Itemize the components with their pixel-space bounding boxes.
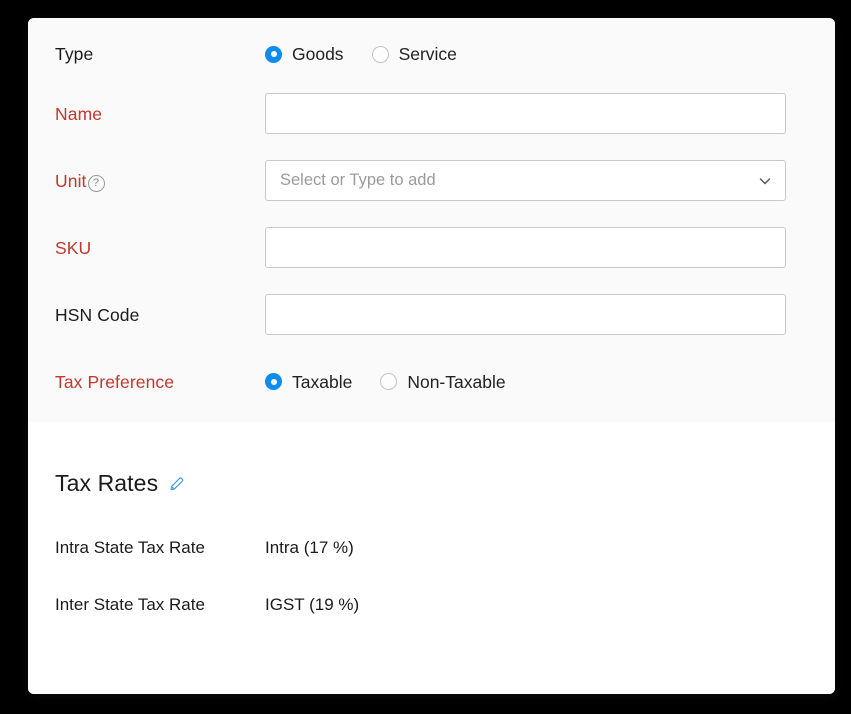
label-hsn-code: HSN Code (55, 304, 265, 326)
radio-goods-indicator[interactable] (265, 46, 282, 63)
tax-rate-value-intra: Intra (17 %) (265, 533, 354, 562)
radio-option-non-taxable[interactable]: Non-Taxable (380, 372, 505, 392)
form-row-name: Name (28, 80, 835, 147)
radio-taxable-label: Taxable (292, 372, 352, 392)
tax-rates-title: Tax Rates (55, 470, 158, 497)
radio-goods-label: Goods (292, 44, 344, 64)
radio-service-label: Service (399, 44, 457, 64)
label-unit: Unit? (55, 170, 265, 192)
form-row-sku: SKU (28, 214, 835, 281)
form-row-hsn-code: HSN Code (28, 281, 835, 348)
tax-rate-label-inter: Inter State Tax Rate (55, 590, 265, 619)
hsn-code-input[interactable] (265, 294, 786, 335)
label-tax-preference: Tax Preference (55, 371, 265, 393)
form-row-unit: Unit? (28, 147, 835, 214)
radio-option-service[interactable]: Service (372, 44, 457, 64)
radio-taxable-indicator[interactable] (265, 373, 282, 390)
tax-rates-header: Tax Rates (55, 422, 835, 505)
screen-root: Type Goods Service N (0, 0, 851, 714)
radio-service-indicator[interactable] (372, 46, 389, 63)
pencil-icon[interactable] (168, 475, 186, 493)
help-icon[interactable]: ? (88, 175, 105, 192)
tax-rate-row-inter: Inter State Tax Rate IGST (19 %) (55, 590, 835, 619)
tax-rate-label-intra: Intra State Tax Rate (55, 533, 265, 562)
radio-option-taxable[interactable]: Taxable (265, 372, 352, 392)
type-radio-group: Goods Service (265, 44, 835, 64)
sku-input[interactable] (265, 227, 786, 268)
radio-non-taxable-indicator[interactable] (380, 373, 397, 390)
label-unit-text: Unit (55, 171, 87, 191)
label-name: Name (55, 103, 265, 125)
label-sku: SKU (55, 237, 265, 259)
item-form-section: Type Goods Service N (28, 18, 835, 422)
item-details-card: Type Goods Service N (28, 18, 835, 694)
radio-non-taxable-label: Non-Taxable (407, 372, 505, 392)
tax-preference-radio-group: Taxable Non-Taxable (265, 372, 835, 392)
tax-rate-row-intra: Intra State Tax Rate Intra (17 %) (55, 533, 835, 562)
tax-rates-section: Tax Rates Intra State Tax Rate Intra (17… (28, 422, 835, 694)
unit-select-wrapper[interactable] (265, 160, 786, 201)
radio-option-goods[interactable]: Goods (265, 44, 344, 64)
unit-select-input[interactable] (265, 160, 786, 201)
form-row-type: Type Goods Service (28, 18, 835, 80)
label-type: Type (55, 43, 265, 65)
tax-rate-value-inter: IGST (19 %) (265, 590, 359, 619)
form-row-tax-preference: Tax Preference Taxable Non-Taxable (28, 348, 835, 415)
name-input[interactable] (265, 93, 786, 134)
